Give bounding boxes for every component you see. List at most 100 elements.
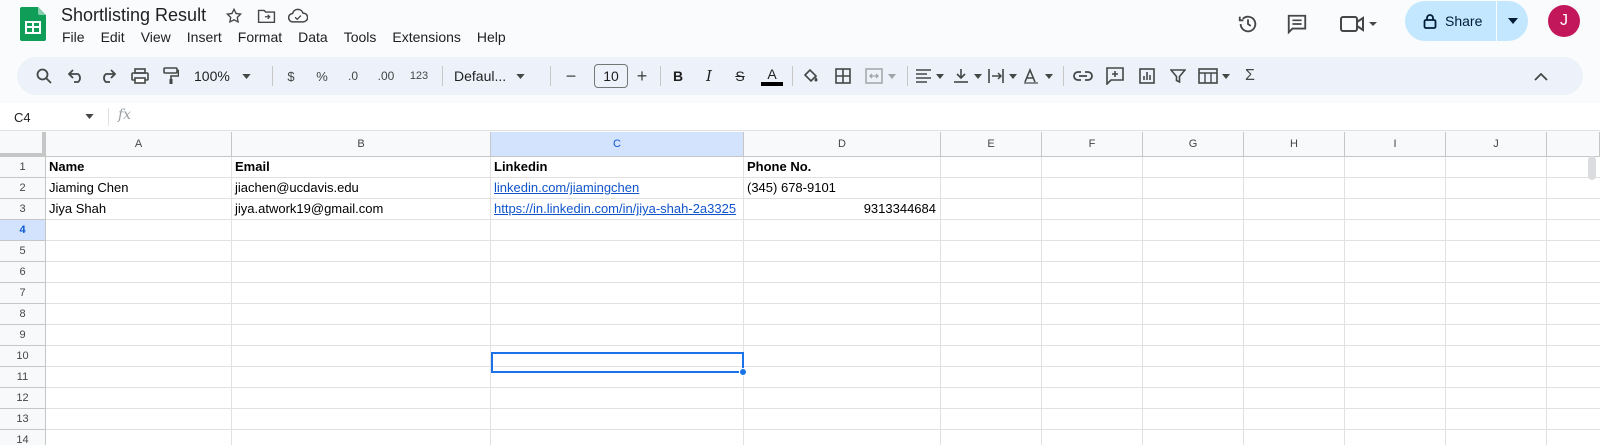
row-header-2[interactable]: 2 — [0, 178, 46, 199]
functions-button[interactable]: Σ — [1238, 64, 1262, 88]
menu-tools[interactable]: Tools — [336, 27, 385, 47]
meet-icon[interactable] — [1336, 8, 1382, 40]
column-header-overflow — [1547, 132, 1600, 157]
cell-linkedin[interactable]: https://in.linkedin.com/in/jiya-shah-2a3… — [491, 199, 743, 219]
cell-email[interactable]: jiya.atwork19@gmail.com — [232, 199, 490, 219]
insert-comment-icon[interactable] — [1103, 64, 1127, 88]
row-header-7[interactable]: 7 — [0, 283, 46, 304]
menu-edit[interactable]: Edit — [93, 27, 133, 47]
menu-view[interactable]: View — [133, 27, 179, 47]
share-dropdown-button[interactable] — [1496, 1, 1528, 41]
collapse-menus-icon[interactable] — [1527, 64, 1555, 88]
cell-email[interactable]: jiachen@ucdavis.edu — [232, 178, 490, 198]
cell-name[interactable]: Jiaming Chen — [46, 178, 231, 198]
insert-link-icon[interactable] — [1071, 64, 1095, 88]
text-rotation-icon[interactable] — [1022, 64, 1056, 88]
name-box[interactable]: C4 — [10, 107, 100, 127]
row-header-6[interactable]: 6 — [0, 262, 46, 283]
column-header-i[interactable]: I — [1345, 132, 1446, 157]
increase-font-size-button[interactable]: + — [630, 64, 654, 88]
share-button[interactable]: Share — [1405, 1, 1496, 41]
header-cell-linkedin[interactable]: Linkedin — [491, 157, 743, 177]
column-header-f[interactable]: F — [1042, 132, 1143, 157]
font-size-input[interactable]: 10 — [594, 64, 628, 88]
more-formats-button[interactable]: 123 — [404, 64, 434, 88]
column-header-b[interactable]: B — [232, 132, 491, 157]
vertical-align-icon[interactable] — [952, 64, 984, 88]
cloud-status-icon[interactable] — [288, 6, 308, 26]
text-wrapping-icon[interactable] — [987, 64, 1019, 88]
fill-color-icon[interactable] — [799, 64, 823, 88]
strikethrough-button[interactable]: S — [728, 64, 752, 88]
row-header-4[interactable]: 4 — [0, 220, 46, 241]
redo-icon[interactable] — [96, 64, 120, 88]
move-folder-icon[interactable] — [256, 6, 276, 26]
column-header-e[interactable]: E — [941, 132, 1042, 157]
font-select[interactable]: Defaul... — [450, 64, 540, 88]
borders-icon[interactable] — [831, 64, 855, 88]
document-title[interactable]: Shortlisting Result — [61, 4, 206, 26]
italic-button[interactable]: I — [697, 64, 721, 88]
row-header-10[interactable]: 10 — [0, 346, 46, 367]
menu-data[interactable]: Data — [290, 27, 336, 47]
paint-format-icon[interactable] — [159, 64, 183, 88]
horizontal-align-icon[interactable] — [914, 64, 946, 88]
toolbar-divider — [792, 66, 793, 86]
row-header-13[interactable]: 13 — [0, 409, 46, 430]
percent-format-button[interactable]: % — [310, 64, 334, 88]
header-cell-email[interactable]: Email — [232, 157, 490, 177]
header-cell-name[interactable]: Name — [46, 157, 231, 177]
grid-line — [46, 366, 1600, 367]
select-all-corner[interactable] — [0, 132, 46, 157]
row-header-9[interactable]: 9 — [0, 325, 46, 346]
decrease-decimal-button[interactable]: .0 — [341, 64, 365, 88]
decrease-font-size-button[interactable]: − — [559, 64, 583, 88]
filter-icon[interactable] — [1166, 64, 1190, 88]
comments-icon[interactable] — [1281, 8, 1313, 40]
title-bar: Shortlisting Result File Edit View Inser… — [0, 0, 1600, 56]
sheets-logo-icon[interactable] — [20, 7, 46, 41]
currency-format-button[interactable]: $ — [279, 64, 303, 88]
menu-insert[interactable]: Insert — [179, 27, 230, 47]
column-header-h[interactable]: H — [1244, 132, 1345, 157]
increase-decimal-button[interactable]: .00 — [372, 64, 400, 88]
row-header-3[interactable]: 3 — [0, 199, 46, 220]
bold-button[interactable]: B — [666, 64, 690, 88]
menu-help[interactable]: Help — [469, 27, 514, 47]
zoom-select[interactable]: 100% — [192, 64, 260, 88]
column-header-a[interactable]: A — [46, 132, 232, 157]
menu-file[interactable]: File — [54, 27, 93, 47]
text-color-button[interactable]: A — [759, 64, 785, 88]
print-icon[interactable] — [128, 64, 152, 88]
active-cell-selection[interactable] — [491, 352, 744, 373]
column-header-c[interactable]: C — [491, 132, 744, 157]
grid-line — [46, 408, 1600, 409]
star-icon[interactable] — [224, 6, 244, 26]
avatar[interactable]: J — [1548, 5, 1580, 37]
version-history-icon[interactable] — [1232, 8, 1264, 40]
menu-extensions[interactable]: Extensions — [384, 27, 468, 47]
cell-phone[interactable]: (345) 678-9101 — [744, 178, 940, 198]
insert-chart-icon[interactable] — [1135, 64, 1159, 88]
cell-phone[interactable]: 9313344684 — [744, 199, 940, 219]
header-cell-phone[interactable]: Phone No. — [744, 157, 940, 177]
row-header-12[interactable]: 12 — [0, 388, 46, 409]
filter-views-icon[interactable] — [1197, 64, 1233, 88]
menu-format[interactable]: Format — [230, 27, 290, 47]
row-header-14[interactable]: 14 — [0, 430, 46, 445]
column-header-j[interactable]: J — [1446, 132, 1547, 157]
search-menus-icon[interactable] — [32, 64, 56, 88]
merge-cells-icon[interactable] — [862, 64, 900, 88]
vertical-scrollbar[interactable] — [1588, 156, 1596, 180]
row-header-1[interactable]: 1 — [0, 157, 46, 178]
undo-icon[interactable] — [64, 64, 88, 88]
row-header-8[interactable]: 8 — [0, 304, 46, 325]
row-header-5[interactable]: 5 — [0, 241, 46, 262]
fill-handle[interactable] — [739, 368, 747, 376]
formula-input[interactable] — [145, 107, 1585, 127]
column-header-d[interactable]: D — [744, 132, 941, 157]
cell-linkedin[interactable]: linkedin.com/jiamingchen — [491, 178, 743, 198]
cell-name[interactable]: Jiya Shah — [46, 199, 231, 219]
column-header-g[interactable]: G — [1143, 132, 1244, 157]
row-header-11[interactable]: 11 — [0, 367, 46, 388]
